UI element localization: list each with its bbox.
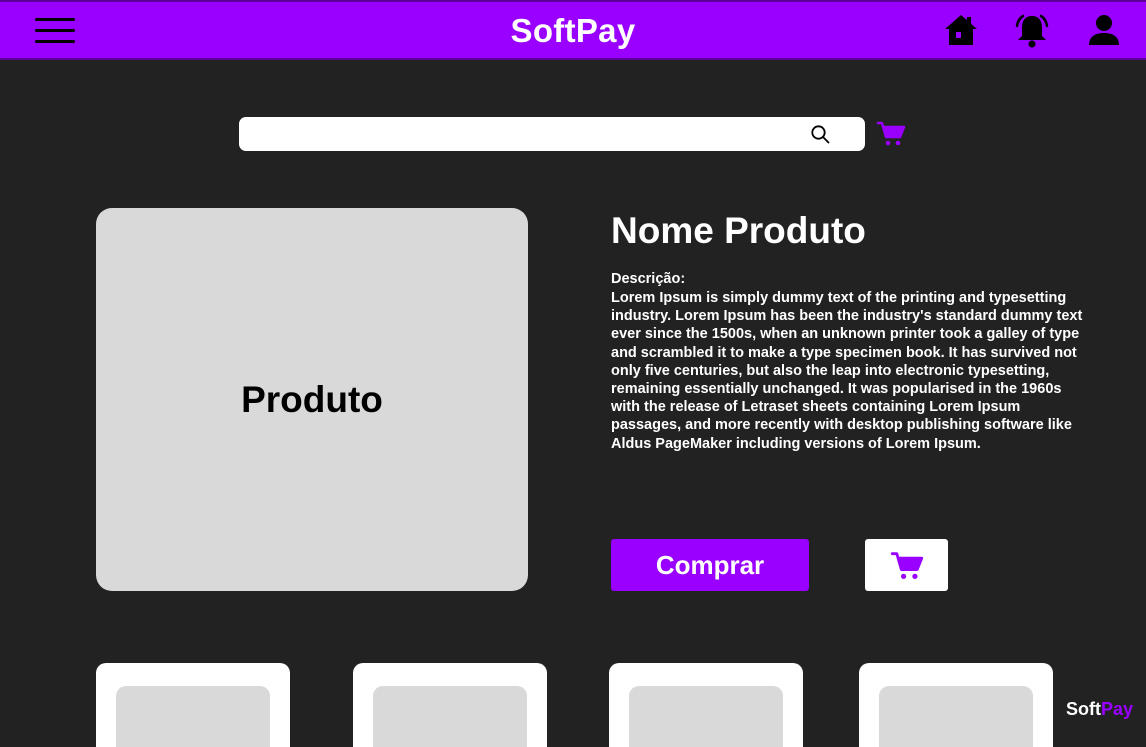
add-to-cart-button[interactable] <box>865 539 948 591</box>
related-product-card[interactable] <box>859 663 1053 747</box>
product-description: Lorem Ipsum is simply dummy text of the … <box>611 290 1083 452</box>
footer-logo: SoftPay <box>1066 699 1133 720</box>
top-navigation-bar: SoftPay <box>0 0 1146 60</box>
related-product-thumbnail <box>116 686 270 747</box>
buy-button[interactable]: Comprar <box>611 539 809 591</box>
search-input[interactable] <box>249 121 799 147</box>
related-product-card[interactable] <box>353 663 547 747</box>
related-product-card[interactable] <box>609 663 803 747</box>
related-product-thumbnail <box>879 686 1033 747</box>
related-product-thumbnail <box>373 686 527 747</box>
footer-logo-part1: Soft <box>1066 699 1101 719</box>
search-box <box>239 117 865 151</box>
product-name: Nome Produto <box>611 210 866 251</box>
product-image-label: Produto <box>241 378 383 420</box>
cart-icon[interactable] <box>876 118 906 148</box>
related-product-card[interactable] <box>96 663 290 747</box>
user-icon[interactable] <box>1086 12 1122 48</box>
home-icon[interactable] <box>943 12 979 48</box>
cart-icon <box>890 552 923 579</box>
product-image: Produto <box>96 208 528 591</box>
related-product-thumbnail <box>629 686 783 747</box>
footer-logo-part2: Pay <box>1101 699 1134 719</box>
description-label: Descrição: <box>611 271 686 287</box>
bell-icon[interactable] <box>1013 12 1049 48</box>
search-icon[interactable] <box>810 124 830 144</box>
